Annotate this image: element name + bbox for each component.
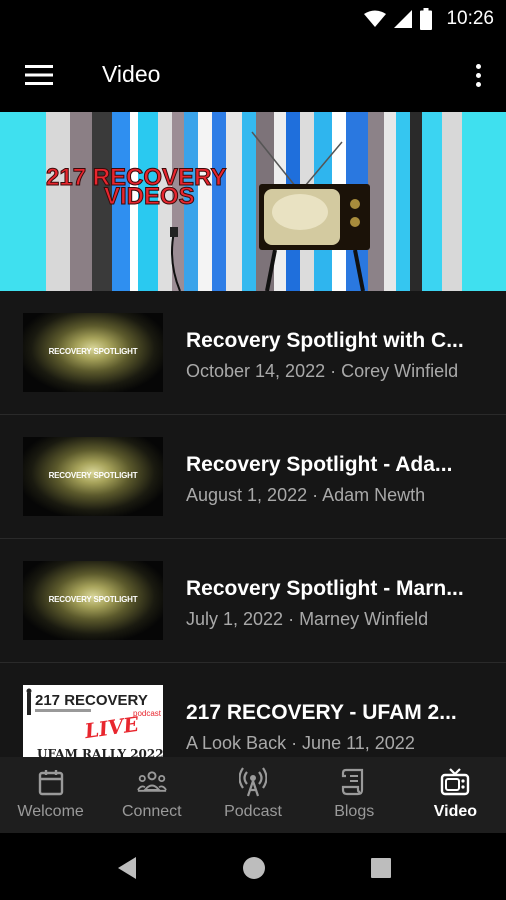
thumb-rally-caption: UFAM RALLY 2022 [37,747,163,757]
video-subtitle: July 1, 2022 · Marney Winfield [186,609,429,629]
wifi-icon [364,10,387,27]
thumbnail-caption: RECOVERY SPOTLIGHT [48,347,138,356]
video-title: Recovery Spotlight with C... [186,329,464,352]
video-title: Recovery Spotlight - Marn... [186,577,464,600]
video-subtitle: August 1, 2022 · Adam Newth [186,485,426,505]
status-icons: 10:26 [364,0,494,38]
video-thumbnail: RECOVERY SPOTLIGHT [23,437,163,516]
video-title: Recovery Spotlight - Ada... [186,453,453,476]
page-title: Video [102,61,161,87]
menu-button[interactable] [22,60,56,90]
recents-icon [371,858,391,878]
dot [475,81,481,87]
dot [475,63,481,69]
nav-label: Video [433,803,478,820]
list-item[interactable]: RECOVERY SPOTLIGHT Recovery Spotlight - … [0,415,506,539]
hero-artwork: 217 RECOVERY VIDEOS [0,112,506,291]
app-bar: Video [0,38,506,112]
scroll-icon [339,767,369,797]
list-item[interactable]: RECOVERY SPOTLIGHT Recovery Spotlight wi… [0,291,506,415]
video-thumbnail: RECOVERY SPOTLIGHT [23,313,163,392]
nav-item-video[interactable]: Video [405,757,506,833]
home-button[interactable] [241,855,267,881]
system-navigation-bar [0,833,506,900]
status-time: 10:26 [446,8,494,29]
video-list: RECOVERY SPOTLIGHT Recovery Spotlight wi… [0,291,506,757]
hero-banner: 217 RECOVERY VIDEOS [0,112,506,291]
people-icon [136,767,167,797]
nav-item-connect[interactable]: Connect [101,757,202,833]
list-item[interactable]: RECOVERY SPOTLIGHT Recovery Spotlight - … [0,539,506,663]
nav-item-blogs[interactable]: Blogs [304,757,405,833]
thumbnail-caption: RECOVERY SPOTLIGHT [48,595,138,604]
recents-button[interactable] [368,855,394,881]
thumb-brand: 217 RECOVERY [35,692,148,709]
battery-icon [420,8,433,30]
signal-icon [394,10,413,28]
nav-label: Podcast [224,803,282,820]
status-bar: 10:26 [0,0,506,38]
calendar-icon [36,767,66,797]
video-title: 217 RECOVERY - UFAM 2... [186,701,457,724]
video-subtitle: A Look Back · June 11, 2022 [186,733,415,753]
nav-label: Welcome [17,803,84,820]
nav-item-welcome[interactable]: Welcome [0,757,101,833]
nav-item-podcast[interactable]: Podcast [202,757,303,833]
dot [475,72,481,78]
tv-icon [440,767,470,797]
back-icon [118,857,136,879]
overflow-menu-button[interactable] [468,58,488,92]
home-icon [243,857,265,879]
nav-label: Connect [122,803,182,820]
video-subtitle: October 14, 2022 · Corey Winfield [186,361,459,381]
hamburger-icon [25,65,53,85]
video-thumbnail: RECOVERY SPOTLIGHT [23,561,163,640]
back-button[interactable] [114,855,140,881]
nav-label: Blogs [334,803,375,820]
ufam-rally-artwork: 217 RECOVERY podcast LIVE UFAM RALLY 202… [23,685,163,757]
bottom-navigation: Welcome Connect Podcast Blogs Video [0,757,506,833]
hero-title-line2: VIDEOS [104,183,195,210]
list-item[interactable]: 217 RECOVERY podcast LIVE UFAM RALLY 202… [0,663,506,757]
video-thumbnail: 217 RECOVERY podcast LIVE UFAM RALLY 202… [23,685,163,757]
podcast-icon [238,767,268,797]
thumbnail-caption: RECOVERY SPOTLIGHT [48,471,138,480]
